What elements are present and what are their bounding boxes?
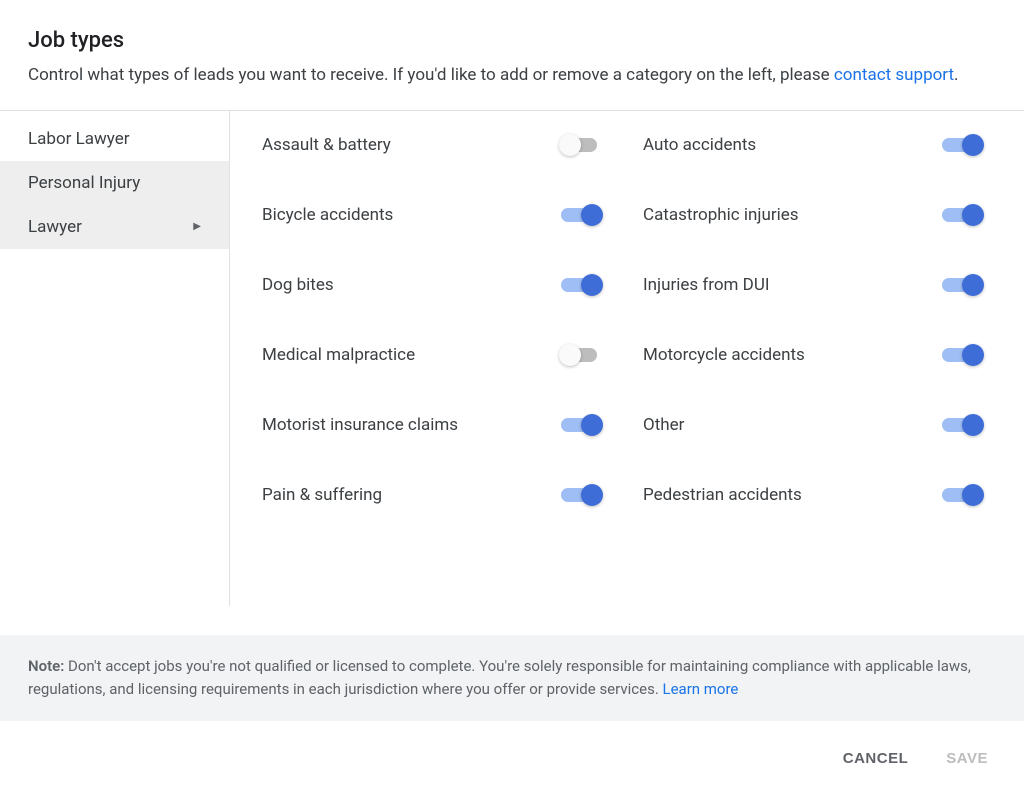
sidebar-item[interactable]: Personal Injury [0, 161, 229, 205]
note-banner: Note: Don't accept jobs you're not quali… [0, 635, 1024, 722]
category-sidebar: Labor Lawyer Personal Injury Lawyer ▶ [0, 111, 230, 606]
job-type-toggle[interactable] [942, 137, 984, 153]
sidebar-item-label: Lawyer [28, 217, 82, 237]
page-title: Job types [28, 28, 996, 53]
job-type-label: Medical malpractice [262, 345, 415, 365]
job-type-row: Catastrophic injuries [643, 205, 984, 225]
job-type-row: Motorcycle accidents [643, 345, 984, 365]
footer: CANCEL SAVE [0, 721, 1024, 795]
job-type-row: Dog bites [262, 275, 603, 295]
page-description: Control what types of leads you want to … [28, 63, 996, 88]
job-type-toggle[interactable] [942, 347, 984, 363]
job-type-row: Bicycle accidents [262, 205, 603, 225]
save-button: SAVE [946, 750, 988, 767]
job-type-label: Pain & suffering [262, 485, 382, 505]
job-type-toggle[interactable] [942, 487, 984, 503]
job-type-toggle[interactable] [561, 137, 603, 153]
toggle-thumb [962, 484, 984, 506]
toggle-thumb [581, 484, 603, 506]
job-type-label: Dog bites [262, 275, 334, 295]
sidebar-item-label: Labor Lawyer [28, 129, 130, 149]
job-type-toggle[interactable] [561, 207, 603, 223]
toggle-thumb [559, 344, 581, 366]
chevron-right-icon: ▶ [193, 221, 201, 232]
job-type-row: Pedestrian accidents [643, 485, 984, 505]
job-type-toggle[interactable] [942, 207, 984, 223]
job-type-toggle[interactable] [942, 277, 984, 293]
sidebar-item[interactable]: Labor Lawyer [0, 117, 229, 161]
job-type-label: Motorcycle accidents [643, 345, 805, 365]
job-type-row: Assault & battery [262, 135, 603, 155]
learn-more-link[interactable]: Learn more [663, 680, 739, 698]
job-type-toggle[interactable] [942, 417, 984, 433]
sidebar-item-label: Personal Injury [28, 173, 140, 193]
toggle-thumb [962, 204, 984, 226]
toggle-thumb [962, 134, 984, 156]
description-suffix: . [954, 65, 958, 85]
job-type-label: Motorist insurance claims [262, 415, 458, 435]
job-type-label: Other [643, 415, 684, 435]
job-types-grid: Assault & battery Auto accidents Bicycle a… [262, 135, 984, 505]
cancel-button[interactable]: CANCEL [843, 750, 909, 767]
job-type-row: Motorist insurance claims [262, 415, 603, 435]
job-type-row: Pain & suffering [262, 485, 603, 505]
note-prefix: Note: [28, 657, 64, 675]
toggle-thumb [962, 414, 984, 436]
job-type-label: Pedestrian accidents [643, 485, 802, 505]
job-type-toggle[interactable] [561, 347, 603, 363]
job-type-toggle[interactable] [561, 277, 603, 293]
toggle-thumb [962, 344, 984, 366]
job-type-label: Injuries from DUI [643, 275, 769, 295]
toggle-thumb [581, 204, 603, 226]
job-type-label: Bicycle accidents [262, 205, 393, 225]
job-type-label: Catastrophic injuries [643, 205, 799, 225]
toggle-thumb [962, 274, 984, 296]
job-type-row: Injuries from DUI [643, 275, 984, 295]
toggle-thumb [581, 274, 603, 296]
note-text: Don't accept jobs you're not qualified o… [28, 657, 971, 698]
description-prefix: Control what types of leads you want to … [28, 65, 834, 85]
contact-support-link[interactable]: contact support [834, 65, 954, 85]
sidebar-item[interactable]: Lawyer ▶ [0, 205, 229, 249]
job-type-row: Auto accidents [643, 135, 984, 155]
toggle-thumb [559, 134, 581, 156]
job-type-label: Assault & battery [262, 135, 391, 155]
job-type-toggle[interactable] [561, 487, 603, 503]
job-type-row: Other [643, 415, 984, 435]
toggle-thumb [581, 414, 603, 436]
job-type-toggle[interactable] [561, 417, 603, 433]
job-type-row: Medical malpractice [262, 345, 603, 365]
job-type-label: Auto accidents [643, 135, 756, 155]
